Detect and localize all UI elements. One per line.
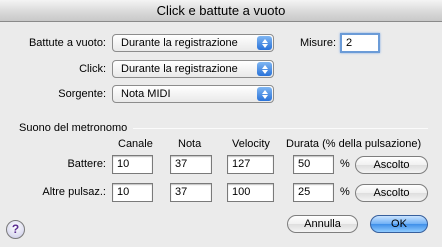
click-value: Durante la registrazione — [121, 63, 238, 75]
battere-durata-field[interactable]: 50 — [293, 155, 334, 174]
battute-value: Durante la registrazione — [121, 37, 238, 49]
battere-nota-field[interactable]: 37 — [170, 155, 212, 174]
battute-label: Battute a vuoto: — [28, 37, 106, 49]
help-button[interactable]: ? — [6, 220, 25, 239]
misure-label: Misure: — [299, 37, 336, 49]
battere-velocity-field[interactable]: 127 — [227, 155, 274, 174]
altre-velocity-field[interactable]: 100 — [227, 183, 274, 202]
altre-durata-field[interactable]: 25 — [293, 183, 334, 202]
sorgente-value: Nota MIDI — [121, 88, 171, 100]
popup-arrows-icon — [257, 36, 272, 50]
battere-ascolto-button[interactable]: Ascolto — [355, 156, 428, 174]
ok-button[interactable]: OK — [370, 215, 428, 233]
group-separator — [133, 128, 428, 129]
altre-nota-field[interactable]: 37 — [170, 183, 212, 202]
battere-label: Battere: — [67, 158, 106, 170]
misure-field[interactable]: 2 — [340, 33, 380, 53]
cancel-button[interactable]: Annulla — [287, 215, 358, 233]
battute-popup[interactable]: Durante la registrazione — [112, 34, 274, 52]
window-title: Click e battute a vuoto — [0, 0, 442, 22]
altre-pulsaz-label: Altre pulsaz.: — [42, 186, 106, 198]
popup-arrows-icon — [257, 62, 272, 76]
col-canale: Canale — [118, 138, 153, 150]
col-velocity: Velocity — [232, 138, 270, 150]
sorgente-label: Sorgente: — [58, 88, 106, 100]
sorgente-popup[interactable]: Nota MIDI — [112, 85, 274, 103]
click-label: Click: — [79, 63, 106, 75]
col-nota: Nota — [178, 138, 202, 150]
popup-arrows-icon — [257, 87, 272, 101]
col-durata: Durata (% della pulsazione) — [286, 138, 422, 150]
dialog: Battute a vuoto: Durante la registrazion… — [0, 22, 442, 247]
click-popup[interactable]: Durante la registrazione — [112, 60, 274, 78]
altre-percent: % — [340, 186, 350, 198]
battere-percent: % — [340, 158, 350, 170]
altre-ascolto-button[interactable]: Ascolto — [355, 184, 428, 202]
altre-canale-field[interactable]: 10 — [112, 183, 153, 202]
battere-canale-field[interactable]: 10 — [112, 155, 153, 174]
metronome-group-label: Suono del metronomo — [19, 122, 128, 134]
